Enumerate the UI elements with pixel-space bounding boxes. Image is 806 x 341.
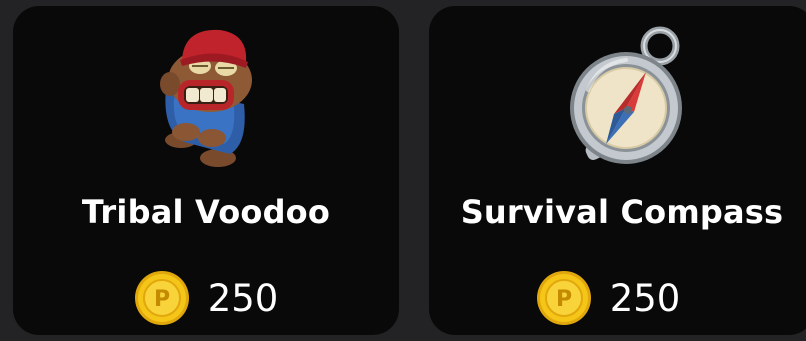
shop-item-card-tribal-voodoo[interactable]: Tribal Voodoo P 250 [13,6,399,335]
price-value: 250 [609,276,681,320]
item-price: P 250 [429,268,806,328]
coin-icon: P [134,271,189,325]
shop-item-card-survival-compass[interactable]: Survival Compass P 250 [429,6,806,335]
coin-icon: P [536,271,591,325]
coin-symbol: P [154,287,170,312]
tribal-voodoo-icon [13,20,399,180]
coin-symbol: P [556,287,572,312]
price-value: 250 [207,276,279,320]
item-name: Tribal Voodoo [81,193,331,231]
shop-item-grid: Tribal Voodoo P 250 Survival Compass P 2… [0,0,806,341]
item-name: Survival Compass [460,193,784,231]
survival-compass-icon [429,20,806,180]
item-price: P 250 [13,268,399,328]
